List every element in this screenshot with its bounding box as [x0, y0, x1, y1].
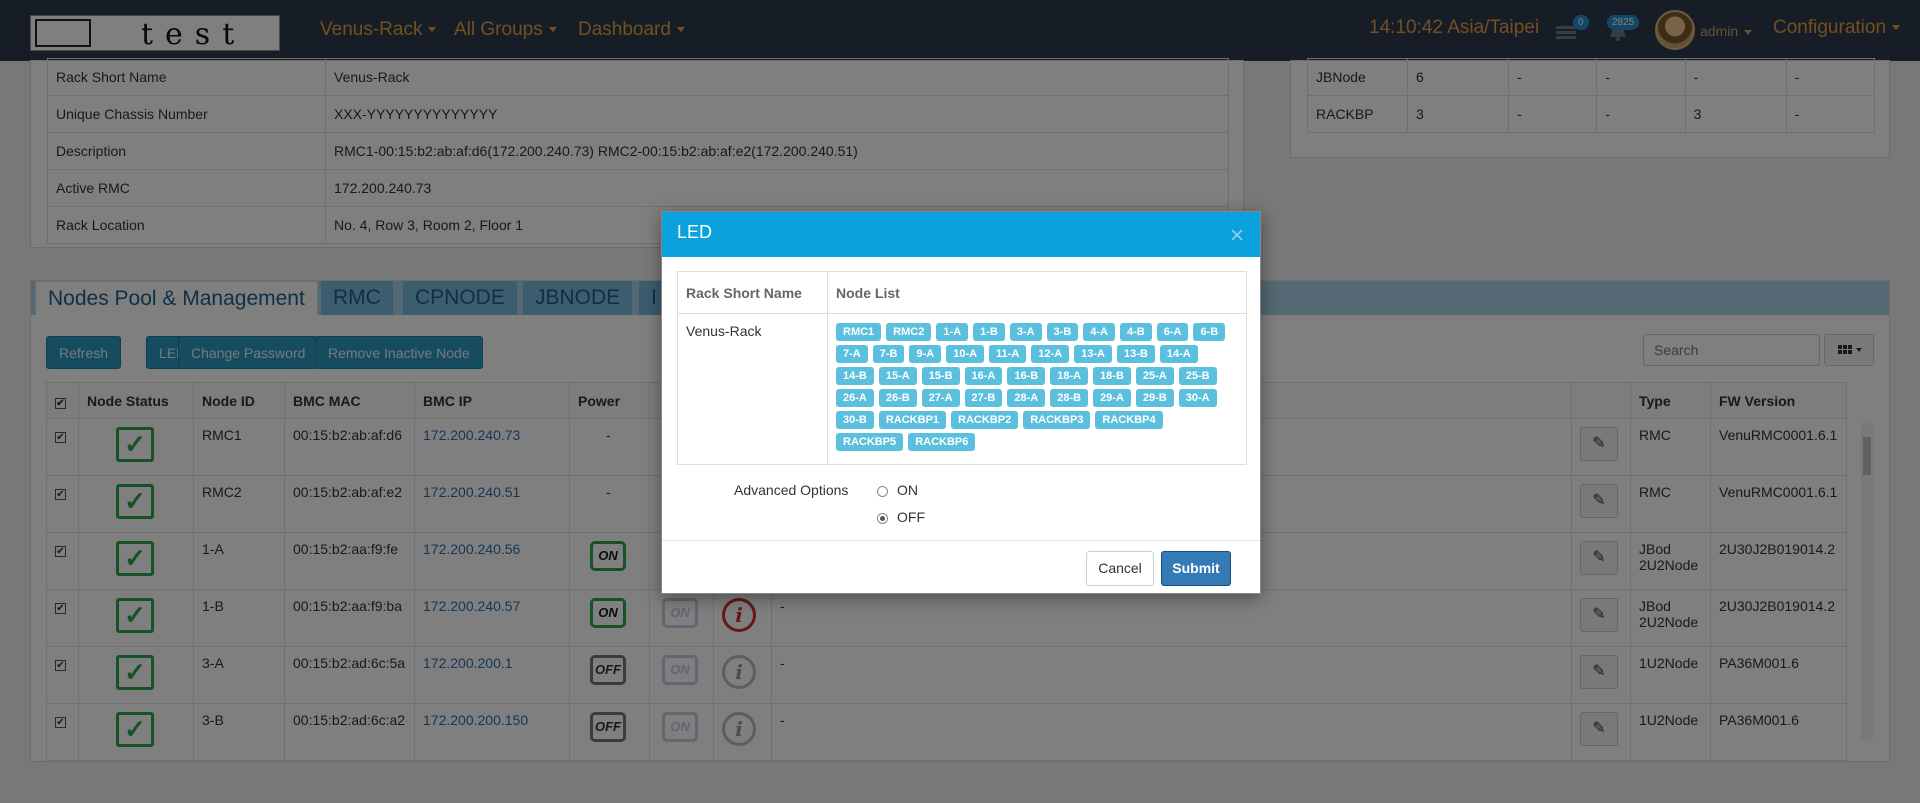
- node-chip[interactable]: RACKBP4: [1095, 411, 1163, 429]
- node-chip[interactable]: 27-B: [964, 389, 1003, 407]
- node-chip[interactable]: RACKBP2: [951, 411, 1019, 429]
- node-chip[interactable]: 30-A: [1178, 389, 1217, 407]
- node-chip[interactable]: 29-A: [1093, 389, 1131, 407]
- node-chip[interactable]: 26-A: [836, 389, 874, 407]
- node-chip[interactable]: 12-A: [1031, 345, 1070, 363]
- node-chip[interactable]: 1-A: [936, 323, 969, 341]
- node-chip[interactable]: RMC1: [836, 323, 882, 341]
- advanced-off-radio[interactable]: [877, 513, 888, 524]
- rack-name: Venus-Rack: [677, 313, 828, 465]
- node-chip[interactable]: 1-B: [973, 323, 1005, 341]
- node-chip[interactable]: 18-A: [1050, 367, 1089, 385]
- node-chip[interactable]: 7-B: [872, 345, 905, 363]
- node-chip[interactable]: 26-B: [878, 389, 917, 407]
- advanced-on-label[interactable]: ON: [897, 482, 918, 498]
- node-chip[interactable]: RMC2: [886, 323, 932, 341]
- node-chip[interactable]: 29-B: [1135, 389, 1174, 407]
- node-chip[interactable]: RACKBP5: [836, 433, 904, 451]
- led-node-table: Rack Short Name Node List Venus-Rack RMC…: [677, 271, 1247, 465]
- col-node-list: Node List: [827, 271, 1247, 314]
- node-chip[interactable]: 25-B: [1178, 367, 1217, 385]
- node-chip[interactable]: RACKBP3: [1023, 411, 1091, 429]
- node-chip[interactable]: 10-A: [946, 345, 985, 363]
- led-modal: LED × Rack Short Name Node List Venus-Ra…: [661, 211, 1261, 594]
- advanced-options-label: Advanced Options: [734, 482, 849, 498]
- node-chip[interactable]: 16-B: [1007, 367, 1046, 385]
- node-chip[interactable]: 3-B: [1046, 323, 1079, 341]
- node-list: RMC1 RMC2 1-A 1-B 3-A 3-B 4-A 4-B 6-A 6-B 7-A 7-B 9-…: [836, 323, 1236, 455]
- node-chip[interactable]: 9-A: [909, 345, 942, 363]
- advanced-off-label[interactable]: OFF: [897, 509, 925, 525]
- cancel-button[interactable]: Cancel: [1086, 551, 1154, 586]
- node-chip[interactable]: 15-B: [921, 367, 960, 385]
- node-chip[interactable]: 4-A: [1083, 323, 1116, 341]
- node-chip[interactable]: 7-A: [836, 345, 868, 363]
- node-chip[interactable]: 28-B: [1050, 389, 1089, 407]
- modal-header: LED ×: [662, 212, 1260, 257]
- node-chip[interactable]: 25-A: [1135, 367, 1174, 385]
- node-chip[interactable]: 15-A: [878, 367, 917, 385]
- node-chip[interactable]: 27-A: [921, 389, 960, 407]
- node-chip[interactable]: 28-A: [1007, 389, 1046, 407]
- node-chip[interactable]: 14-B: [836, 367, 874, 385]
- node-chip[interactable]: 11-A: [989, 345, 1027, 363]
- node-chip[interactable]: 13-B: [1116, 345, 1155, 363]
- modal-title: LED: [677, 222, 713, 242]
- node-chip[interactable]: 4-B: [1120, 323, 1152, 341]
- advanced-on-radio[interactable]: [877, 486, 888, 497]
- node-chip[interactable]: 16-A: [964, 367, 1003, 385]
- node-chip[interactable]: 6-B: [1193, 323, 1226, 341]
- node-chip[interactable]: 6-A: [1156, 323, 1189, 341]
- col-rack-short-name: Rack Short Name: [677, 271, 828, 314]
- node-chip[interactable]: 30-B: [836, 411, 874, 429]
- node-chip[interactable]: 13-A: [1074, 345, 1112, 363]
- node-chip[interactable]: 14-A: [1159, 345, 1198, 363]
- node-chip[interactable]: RACKBP1: [878, 411, 947, 429]
- close-icon[interactable]: ×: [1230, 222, 1244, 250]
- node-list-cell: RMC1 RMC2 1-A 1-B 3-A 3-B 4-A 4-B 6-A 6-B 7-A 7-B 9-…: [827, 313, 1247, 465]
- node-chip[interactable]: 3-A: [1009, 323, 1042, 341]
- submit-button[interactable]: Submit: [1161, 551, 1231, 586]
- modal-divider: [662, 540, 1260, 541]
- node-chip[interactable]: 18-B: [1093, 367, 1131, 385]
- node-chip[interactable]: RACKBP6: [908, 433, 976, 451]
